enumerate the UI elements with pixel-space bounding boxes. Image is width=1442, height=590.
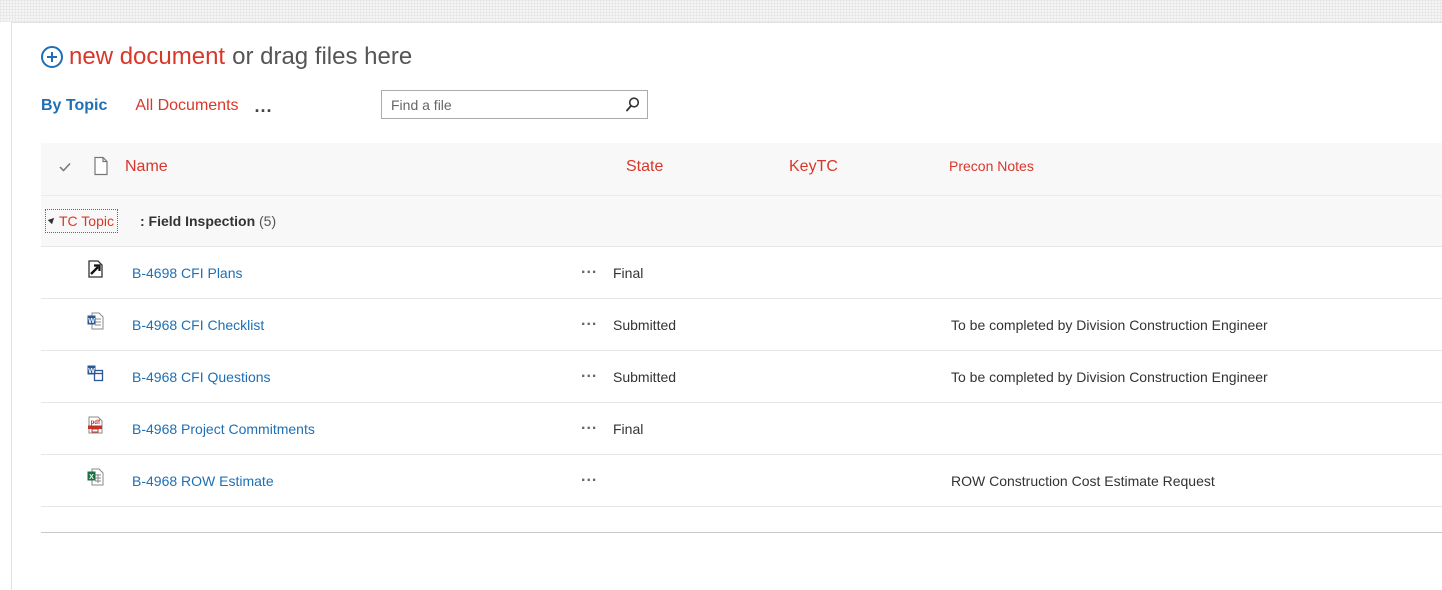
- row-precon-notes: To be completed by Division Construction…: [951, 317, 1268, 333]
- file-name-link[interactable]: B-4968 CFI Questions: [132, 369, 271, 385]
- pdf-document-icon: pdf: [87, 416, 104, 434]
- row-state: Final: [613, 421, 644, 437]
- top-strip: [0, 0, 1442, 22]
- view-more-button[interactable]: ...: [255, 97, 273, 115]
- select-all-check-icon[interactable]: [57, 159, 73, 175]
- column-header-name[interactable]: Name: [125, 158, 168, 176]
- table-row[interactable]: B-4698 CFI Plans ... Final: [41, 247, 1442, 299]
- view-all-documents[interactable]: All Documents: [135, 97, 238, 115]
- new-document-link[interactable]: new document: [69, 43, 225, 71]
- add-circle-icon[interactable]: [41, 46, 63, 68]
- file-name-link[interactable]: B-4968 CFI Checklist: [132, 317, 264, 333]
- group-header-row: TC Topic : Field Inspection (5): [41, 195, 1442, 247]
- row-more-button[interactable]: ...: [581, 468, 597, 486]
- group-value-text: : Field Inspection: [140, 213, 256, 229]
- row-state: Submitted: [613, 317, 677, 333]
- file-name-link[interactable]: B-4968 Project Commitments: [132, 421, 315, 437]
- group-value: : Field Inspection (5): [140, 213, 276, 229]
- row-more-button[interactable]: ...: [581, 364, 597, 382]
- row-more-button[interactable]: ...: [581, 416, 597, 434]
- svg-text:pdf: pdf: [91, 420, 101, 426]
- word-form-icon: W: [87, 364, 104, 382]
- search-input[interactable]: [382, 91, 619, 118]
- svg-text:X: X: [89, 474, 94, 481]
- search-icon[interactable]: [619, 91, 647, 118]
- group-collapse-toggle[interactable]: TC Topic: [45, 209, 118, 233]
- collapse-triangle-icon: [47, 215, 57, 225]
- svg-text:W: W: [88, 318, 95, 325]
- table-row[interactable]: pdf B-4968 Project Commitments ... Final: [41, 403, 1442, 455]
- link-document-icon: [87, 260, 104, 278]
- file-name-link[interactable]: B-4968 ROW Estimate: [132, 473, 274, 489]
- group-count: (5): [259, 213, 277, 229]
- search-box: [381, 90, 648, 119]
- document-library-panel: new document or drag files here By Topic…: [11, 22, 1442, 590]
- document-type-icon: [93, 156, 109, 176]
- document-list: B-4698 CFI Plans ... Final W B-4968 CFI …: [41, 247, 1442, 507]
- column-header-state[interactable]: State: [626, 158, 663, 176]
- view-tabs: By Topic All Documents ...: [41, 93, 273, 119]
- group-field-label: TC Topic: [59, 213, 114, 229]
- column-header-precon-notes[interactable]: Precon Notes: [949, 158, 1034, 174]
- view-by-topic[interactable]: By Topic: [41, 97, 107, 115]
- list-bottom-divider: [41, 532, 1442, 533]
- new-document-bar: new document or drag files here: [41, 42, 412, 72]
- drag-files-hint: or drag files here: [232, 43, 413, 70]
- word-document-icon: W: [87, 312, 104, 330]
- column-header-keytc[interactable]: KeyTC: [789, 158, 838, 176]
- file-name-link[interactable]: B-4698 CFI Plans: [132, 265, 243, 281]
- row-precon-notes: ROW Construction Cost Estimate Request: [951, 473, 1215, 489]
- svg-text:W: W: [88, 368, 95, 375]
- row-state: Submitted: [613, 369, 677, 385]
- row-state: Final: [613, 265, 644, 281]
- row-more-button[interactable]: ...: [581, 312, 597, 330]
- row-more-button[interactable]: ...: [581, 260, 597, 278]
- row-precon-notes: To be completed by Division Construction…: [951, 369, 1268, 385]
- table-row[interactable]: X B-4968 ROW Estimate ... ROW Constructi…: [41, 455, 1442, 507]
- excel-document-icon: X: [87, 468, 104, 486]
- column-header-row: Name State KeyTC Precon Notes: [41, 143, 1442, 195]
- table-row[interactable]: W B-4968 CFI Checklist ... Submitted To …: [41, 299, 1442, 351]
- table-row[interactable]: W B-4968 CFI Questions ... Submitted To …: [41, 351, 1442, 403]
